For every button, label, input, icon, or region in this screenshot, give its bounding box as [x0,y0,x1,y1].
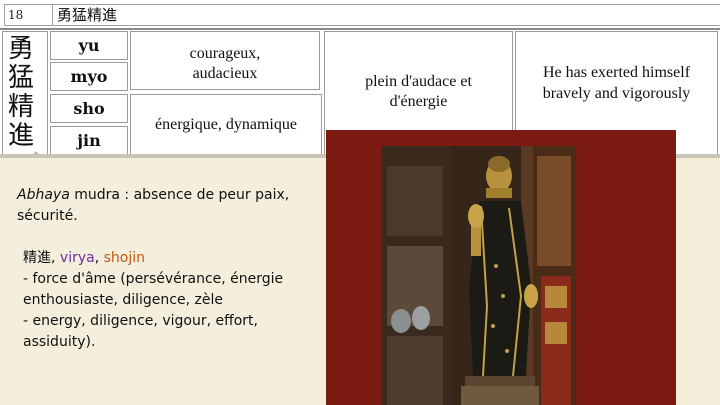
cell-fr-yumyo: courageux, audacieux [130,31,320,90]
kanji-jin: 進 [7,121,34,151]
table-header-row: 18 勇猛精進 [0,0,720,30]
cell-en-compound-text: He has exerted himself bravely and vigor… [542,64,691,102]
kanji-myo: 猛 [7,63,34,93]
term-sep-2: , [94,250,104,266]
reading-sho: sho [50,94,128,123]
caption-text: Abhaya mudra : absence de peur paix, séc… [17,185,317,353]
abhaya-word: Abhaya [17,187,70,203]
cell-fr-compound-text: plein d'audace et d'énergie [365,73,472,110]
buddha-statue-image [381,146,576,405]
reading-yu: yu [50,31,128,60]
buddha-statue-photo [381,146,576,405]
entry-number: 18 [4,4,53,26]
term-sep-1: , [51,250,60,266]
entry-word: 勇猛精進 [52,4,720,26]
cell-fr-shojin: énergique, dynamique [130,94,322,156]
reading-myo: myo [50,62,128,91]
kanji-yu: 勇 [7,34,34,64]
cell-fr-yumyo-text: courageux, audacieux [189,45,261,82]
term-kanji: 精進 [23,250,51,266]
term-virya: virya [59,250,95,266]
slide-background-strip [676,158,720,405]
term-shojin: shojin [103,250,145,266]
definition-fr: - force d'âme (persévérance, énergie ent… [23,271,284,308]
kanji-sho: 精 [7,92,34,122]
reading-jin: jin [50,126,128,155]
abhaya-line: Abhaya mudra : absence de peur paix, séc… [17,185,317,227]
definition-en: - energy, diligence, vigour, effort, ass… [23,313,258,350]
term-line: 精進, virya, shojin [17,248,317,269]
cell-fr-shojin-text: énergique, dynamique [155,116,297,133]
